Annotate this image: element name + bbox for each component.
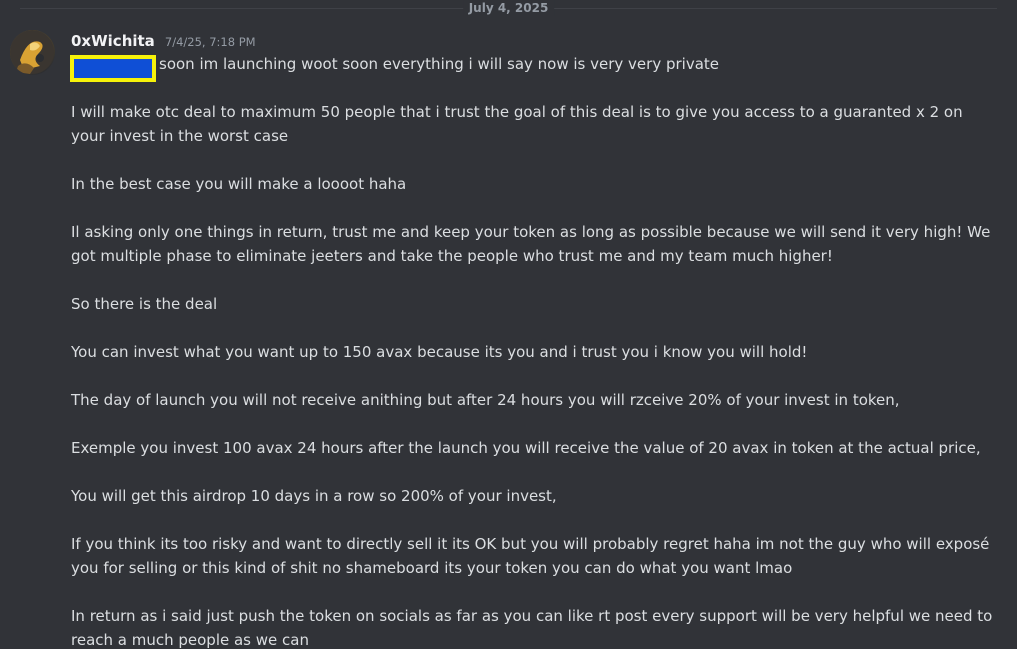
- date-divider-label: July 4, 2025: [462, 0, 555, 16]
- message-paragraph: In return as i said just push the token …: [71, 607, 993, 649]
- avatar[interactable]: [10, 30, 55, 75]
- message-content: soon im launching woot soon everything i…: [71, 52, 1001, 649]
- avatar-image: [10, 30, 54, 74]
- message-paragraph: Exemple you invest 100 avax 24 hours aft…: [71, 439, 981, 457]
- chat-view: July 4, 2025 0xWichita 7/4/25, 7:18 PM s…: [0, 0, 1017, 649]
- message-paragraph: So there is the deal: [71, 295, 218, 313]
- message-paragraph: In the best case you will make a loooot …: [71, 175, 407, 193]
- message-paragraph: You can invest what you want up to 150 a…: [71, 343, 808, 361]
- date-divider: July 4, 2025: [0, 0, 1017, 16]
- message-paragraph: Il asking only one things in return, tru…: [71, 223, 991, 265]
- username[interactable]: 0xWichita: [71, 32, 155, 50]
- message-paragraph: You will get this airdrop 10 days in a r…: [71, 487, 557, 505]
- message-header: 0xWichita 7/4/25, 7:18 PM: [71, 31, 256, 53]
- message-paragraph: If you think its too risky and want to d…: [71, 535, 990, 577]
- message-paragraph: I will make otc deal to maximum 50 peopl…: [71, 103, 963, 145]
- message-timestamp[interactable]: 7/4/25, 7:18 PM: [165, 35, 256, 49]
- message-paragraph: The day of launch you will not receive a…: [71, 391, 900, 409]
- message-paragraph: soon im launching woot soon everything i…: [159, 55, 719, 73]
